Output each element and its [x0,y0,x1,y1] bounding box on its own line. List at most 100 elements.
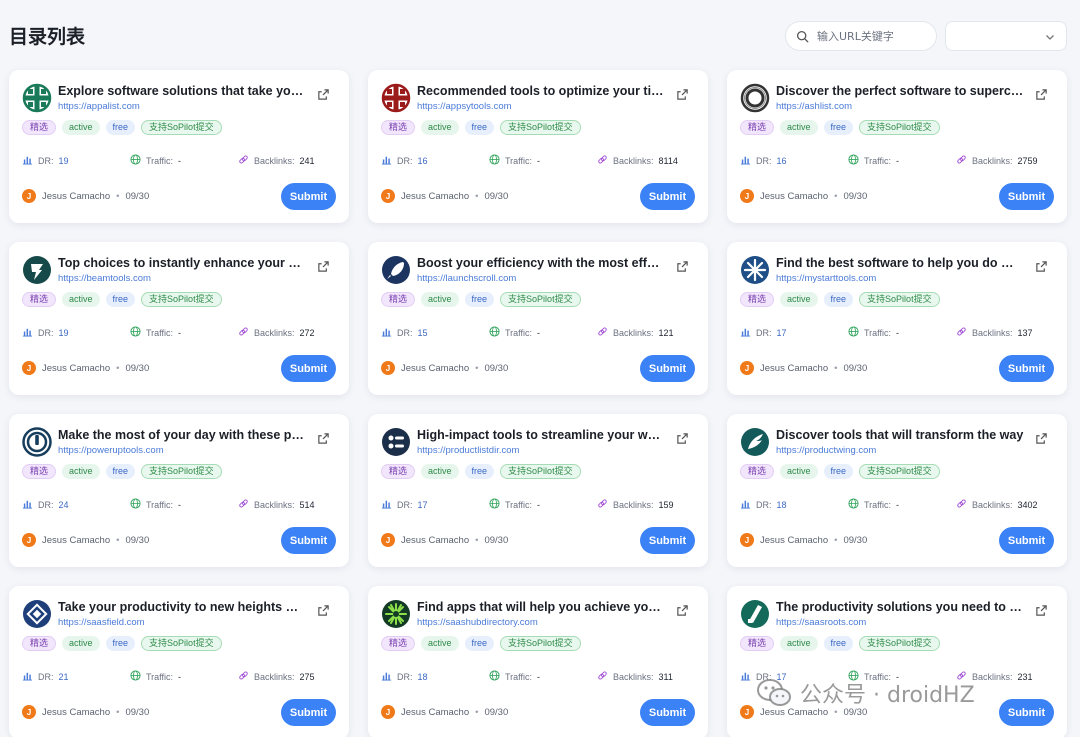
backlinks-value: 241 [299,155,315,166]
submit-button[interactable]: Submit [999,527,1054,554]
filter-select[interactable] [945,21,1067,51]
submit-button[interactable]: Submit [640,355,695,382]
card-url-link[interactable]: https://productlistdir.com [417,445,519,456]
submit-button[interactable]: Submit [640,527,695,554]
submit-button[interactable]: Submit [999,699,1054,726]
stats-row: DR: 18 Traffic: - Backlinks: 311 [381,670,701,684]
link-icon [956,498,967,511]
traffic-stat: Traffic: - [130,326,181,339]
external-link-icon[interactable] [1035,260,1048,273]
external-link-icon[interactable] [317,604,330,617]
backlinks-value: 272 [299,327,315,338]
card-title[interactable]: High-impact tools to streamline your wor… [417,428,665,442]
external-link-icon[interactable] [317,88,330,101]
external-link-icon[interactable] [1035,432,1048,445]
dr-value: 18 [417,671,428,682]
card-url-link[interactable]: https://mystarttools.com [776,273,876,284]
site-logo-icon [22,83,52,113]
directory-card: Explore software solutions that take you… [9,70,349,223]
author-row: J Jesus Camacho • 09/30 [22,189,149,203]
card-title[interactable]: Find the best software to help you do mo… [776,256,1024,270]
featured-tag: 精选 [381,464,416,479]
submit-button[interactable]: Submit [640,699,695,726]
card-url-link[interactable]: https://productwing.com [776,445,876,456]
backlinks-value: 2759 [1017,155,1038,166]
card-url-link[interactable]: https://saasroots.com [776,617,866,628]
tag-list: 精选 active free 支持SoPilot提交 [22,636,222,651]
author-row: J Jesus Camacho • 09/30 [740,361,867,375]
separator-dot: • [834,706,838,718]
dr-value: 16 [417,155,428,166]
globe-icon [848,670,859,683]
post-date: 09/30 [125,190,150,202]
featured-tag: 精选 [22,292,57,307]
dr-value: 17 [776,327,787,338]
active-tag: active [62,636,100,651]
submit-button[interactable]: Submit [281,527,336,554]
directory-card: High-impact tools to streamline your wor… [368,414,708,567]
card-title[interactable]: Find apps that will help you achieve you… [417,600,665,614]
backlinks-label: Backlinks: [254,155,295,166]
card-title[interactable]: Explore software solutions that take you… [58,84,306,98]
author-row: J Jesus Camacho • 09/30 [740,705,867,719]
external-link-icon[interactable] [676,260,689,273]
traffic-label: Traffic: [864,499,892,510]
external-link-icon[interactable] [1035,604,1048,617]
card-url-link[interactable]: https://launchscroll.com [417,273,516,284]
author-name: Jesus Camacho [42,362,111,374]
card-url-link[interactable]: https://poweruptools.com [58,445,164,456]
traffic-label: Traffic: [146,155,174,166]
submit-button[interactable]: Submit [640,183,695,210]
traffic-label: Traffic: [864,155,892,166]
card-url-link[interactable]: https://beamtools.com [58,273,151,284]
dr-value: 21 [58,671,69,682]
external-link-icon[interactable] [1035,88,1048,101]
dr-value: 16 [776,155,787,166]
submit-button[interactable]: Submit [281,183,336,210]
site-logo-icon [740,83,770,113]
card-title[interactable]: Discover tools that will transform the w… [776,428,1024,442]
card-title[interactable]: Make the most of your day with these pra… [58,428,306,442]
card-url-link[interactable]: https://appalist.com [58,101,140,112]
tag-list: 精选 active free 支持SoPilot提交 [22,120,222,135]
submit-button[interactable]: Submit [999,355,1054,382]
url-search-box[interactable] [785,21,937,51]
backlinks-value: 8114 [658,155,678,166]
external-link-icon[interactable] [676,604,689,617]
submit-button[interactable]: Submit [281,355,336,382]
traffic-value: - [896,155,900,166]
card-title[interactable]: Recommended tools to optimize your time [417,84,665,98]
search-input[interactable] [817,29,927,43]
card-title[interactable]: Take your productivity to new heights wi… [58,600,306,614]
author-name: Jesus Camacho [401,362,470,374]
featured-tag: 精选 [381,636,416,651]
submit-button[interactable]: Submit [999,183,1054,210]
card-url-link[interactable]: https://ashlist.com [776,101,852,112]
author-row: J Jesus Camacho • 09/30 [381,533,508,547]
card-title[interactable]: Boost your efficiency with the most effe… [417,256,665,270]
globe-icon [130,326,141,339]
post-date: 09/30 [843,190,868,202]
submit-button[interactable]: Submit [281,699,336,726]
sopilot-tag: 支持SoPilot提交 [859,464,940,479]
link-icon [238,326,249,339]
globe-icon [489,498,500,511]
card-url-link[interactable]: https://saashubdirectory.com [417,617,538,628]
card-title[interactable]: The productivity solutions you need to g… [776,600,1024,614]
traffic-value: - [178,499,182,510]
card-title[interactable]: Discover the perfect software to superch… [776,84,1024,98]
external-link-icon[interactable] [676,88,689,101]
free-tag: free [105,120,136,135]
card-url-link[interactable]: https://saasfield.com [58,617,145,628]
external-link-icon[interactable] [676,432,689,445]
card-url-link[interactable]: https://appsytools.com [417,101,512,112]
author-row: J Jesus Camacho • 09/30 [22,705,149,719]
featured-tag: 精选 [22,120,57,135]
globe-icon [848,154,859,167]
page-header: 目录列表 [0,0,1080,70]
backlinks-value: 231 [1017,671,1033,682]
external-link-icon[interactable] [317,432,330,445]
backlinks-stat: Backlinks: 137 [956,326,1033,339]
card-title[interactable]: Top choices to instantly enhance your pr… [58,256,306,270]
external-link-icon[interactable] [317,260,330,273]
